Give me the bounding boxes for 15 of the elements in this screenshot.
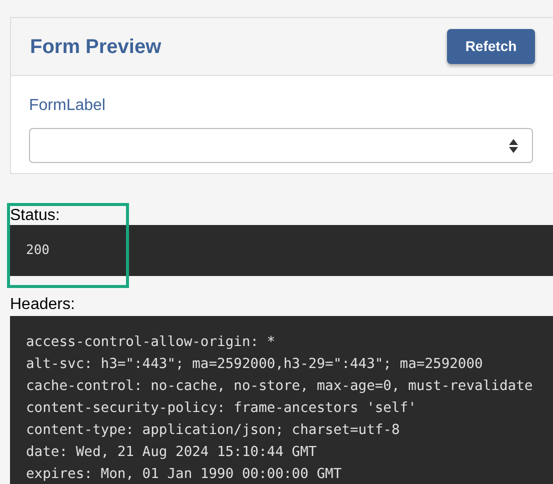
status-label: Status: bbox=[10, 207, 61, 225]
sort-caret-icon bbox=[509, 138, 518, 152]
field-label: FormLabel bbox=[29, 96, 106, 116]
header-line: content-type: application/json; charset=utf-8 bbox=[26, 421, 400, 440]
header-line: access-control-allow-origin: * bbox=[26, 333, 276, 352]
header-line: date: Wed, 21 Aug 2024 15:10:44 GMT bbox=[26, 443, 317, 462]
status-code: 200 bbox=[26, 242, 50, 260]
headers-label: Headers: bbox=[10, 295, 76, 315]
header-line: alt-svc: h3=":443"; ma=2592000,h3-29=":443"; ma=2592000 bbox=[26, 355, 483, 374]
select-field[interactable] bbox=[29, 128, 533, 163]
header-line: cache-control: no-cache, no-store, max-age=0, must-revalidate bbox=[26, 377, 533, 396]
header-line: content-security-policy: frame-ancestors 'self' bbox=[26, 399, 416, 418]
header-line: expires: Mon, 01 Jan 1990 00:00:00 GMT bbox=[26, 465, 342, 484]
refetch-button[interactable]: Refetch bbox=[447, 29, 535, 64]
card-title: Form Preview bbox=[30, 34, 162, 60]
